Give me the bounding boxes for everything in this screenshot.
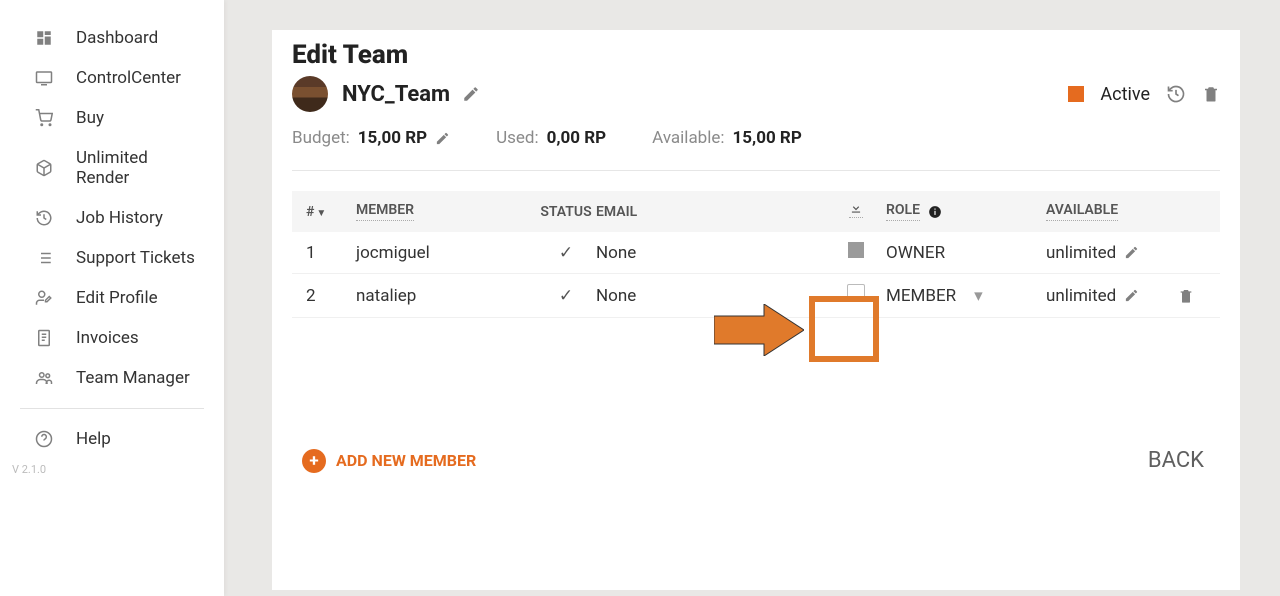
box-icon	[32, 159, 56, 177]
sidebar-item-label: Invoices	[76, 328, 139, 348]
role-dropdown-caret-icon[interactable]: ▾	[974, 286, 983, 306]
used-value: 0,00 RP	[547, 128, 607, 148]
row-available: unlimited	[1046, 243, 1116, 263]
user-edit-icon	[32, 289, 56, 307]
sidebar-item-label: Unlimited Render	[76, 148, 204, 188]
budget-value: 15,00 RP	[358, 128, 427, 148]
members-table: #▼ MEMBER STATUS EMAIL ROLE AVAILABLE	[292, 191, 1220, 318]
column-status: STATUS	[540, 204, 591, 220]
page-title: Edit Team	[292, 40, 1220, 70]
plus-circle-icon: +	[302, 449, 326, 473]
row-member: jocmiguel	[356, 243, 536, 263]
back-button[interactable]: BACK	[1148, 448, 1210, 473]
row-index: 2	[306, 286, 356, 306]
download-indicator-icon	[848, 242, 864, 258]
users-icon	[32, 369, 56, 387]
sidebar-item-label: ControlCenter	[76, 68, 181, 88]
table-row: 1 jocmiguel ✓ None OWNER unlimited	[292, 232, 1220, 274]
column-role[interactable]: ROLE	[886, 202, 920, 221]
sidebar-divider	[20, 408, 204, 409]
edit-available-button[interactable]	[1124, 245, 1139, 260]
edit-available-button[interactable]	[1124, 288, 1139, 303]
table-header: #▼ MEMBER STATUS EMAIL ROLE AVAILABLE	[292, 191, 1220, 232]
available-label: Available:	[652, 128, 724, 148]
column-email: EMAIL	[596, 204, 637, 220]
used-label: Used:	[496, 128, 539, 148]
delete-member-button[interactable]	[1178, 287, 1194, 305]
edit-team-card: Edit Team NYC_Team Active Budget: 1	[272, 30, 1240, 590]
add-member-label: ADD NEW MEMBER	[336, 451, 476, 470]
team-header-row: NYC_Team Active	[292, 76, 1220, 112]
budget-row: Budget: 15,00 RP Used: 0,00 RP Available…	[292, 128, 1220, 171]
version-label: V 2.1.0	[0, 463, 224, 476]
receipt-icon	[32, 329, 56, 347]
column-available[interactable]: AVAILABLE	[1046, 202, 1118, 221]
list-icon	[32, 249, 56, 267]
main-content: Edit Team NYC_Team Active Budget: 1	[224, 0, 1280, 596]
status-label: Active	[1100, 84, 1150, 105]
check-icon: ✓	[559, 286, 573, 306]
footer-row: + ADD NEW MEMBER BACK	[292, 448, 1220, 473]
sidebar-item-buy[interactable]: Buy	[0, 98, 224, 138]
row-role: MEMBER	[886, 286, 956, 306]
row-email: None	[596, 286, 826, 306]
row-role: OWNER	[886, 243, 945, 263]
team-name: NYC_Team	[342, 82, 450, 107]
sidebar-item-label: Help	[76, 429, 111, 449]
delete-team-button[interactable]	[1202, 84, 1220, 104]
status-indicator	[1068, 86, 1084, 102]
sidebar-item-controlcenter[interactable]: ControlCenter	[0, 58, 224, 98]
add-member-button[interactable]: + ADD NEW MEMBER	[302, 449, 476, 473]
column-member[interactable]: MEMBER	[356, 202, 414, 221]
sidebar-item-job-history[interactable]: Job History	[0, 198, 224, 238]
download-checkbox[interactable]	[847, 284, 865, 302]
sidebar-item-help[interactable]: Help	[0, 419, 224, 459]
sort-caret-icon: ▼	[316, 208, 326, 219]
sidebar-item-label: Buy	[76, 108, 104, 128]
column-index[interactable]: #▼	[306, 204, 356, 220]
row-index: 1	[306, 243, 356, 263]
sidebar-item-invoices[interactable]: Invoices	[0, 318, 224, 358]
sidebar-item-label: Dashboard	[76, 28, 158, 48]
cart-icon	[32, 109, 56, 127]
available-value: 15,00 RP	[733, 128, 802, 148]
sidebar: Dashboard ControlCenter Buy Unlimited Re…	[0, 0, 224, 596]
sidebar-item-support-tickets[interactable]: Support Tickets	[0, 238, 224, 278]
budget-label: Budget:	[292, 128, 350, 148]
help-icon	[32, 430, 56, 448]
monitor-icon	[32, 69, 56, 87]
row-member: nataliep	[356, 286, 536, 306]
team-avatar	[292, 76, 328, 112]
sidebar-item-edit-profile[interactable]: Edit Profile	[0, 278, 224, 318]
check-icon: ✓	[559, 243, 573, 263]
sidebar-item-unlimited-render[interactable]: Unlimited Render	[0, 138, 224, 198]
edit-budget-button[interactable]	[435, 131, 450, 146]
sidebar-item-label: Job History	[76, 208, 163, 228]
sidebar-item-label: Support Tickets	[76, 248, 195, 268]
sidebar-item-dashboard[interactable]: Dashboard	[0, 18, 224, 58]
sidebar-item-team-manager[interactable]: Team Manager	[0, 358, 224, 398]
column-download-icon[interactable]	[849, 201, 863, 218]
history-icon	[32, 209, 56, 227]
dashboard-icon	[32, 29, 56, 47]
row-available: unlimited	[1046, 286, 1116, 306]
table-row: 2 nataliep ✓ None MEMBER ▾ unlimited	[292, 274, 1220, 318]
sidebar-item-label: Edit Profile	[76, 288, 158, 308]
info-icon[interactable]	[928, 205, 942, 219]
edit-team-name-button[interactable]	[462, 85, 480, 103]
row-email: None	[596, 243, 826, 263]
sidebar-item-label: Team Manager	[76, 368, 190, 388]
history-button[interactable]	[1166, 84, 1186, 104]
